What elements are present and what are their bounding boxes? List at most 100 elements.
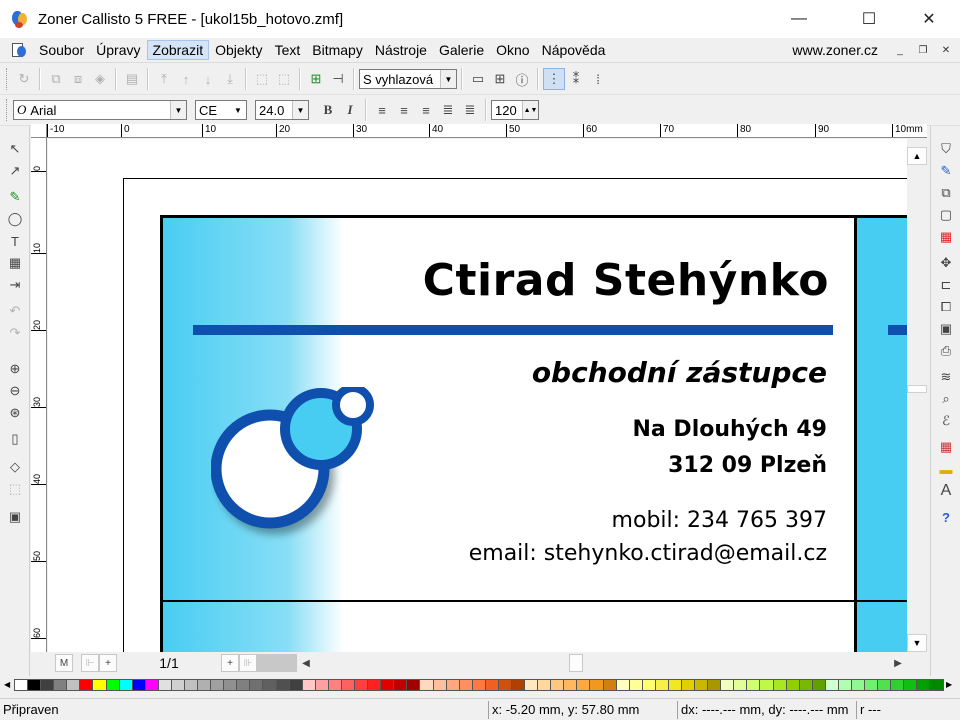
align-icon[interactable]: ▤ [121,68,143,90]
document-app-icon[interactable] [10,41,28,59]
color-swatch[interactable] [812,680,826,690]
color-swatch[interactable] [564,680,578,690]
parrot-app-icon[interactable] [10,9,30,29]
transparency-icon[interactable]: ⬚ [4,478,26,500]
color-swatch[interactable] [865,680,879,690]
line-spacing-stepper[interactable]: 120 ▲▼ [491,100,539,120]
transform-icon[interactable]: ◈ [89,68,111,90]
scroll-down-icon[interactable]: ▼ [907,634,927,652]
fill-icon[interactable]: ◇ [4,456,26,478]
color-swatch[interactable] [472,680,486,690]
color-swatch[interactable] [224,680,238,690]
color-swatch[interactable] [459,680,473,690]
chevron-down-icon[interactable]: ▼ [170,101,186,119]
color-swatch[interactable] [525,680,539,690]
card-role[interactable]: obchodní zástupce [532,356,827,389]
color-swatch[interactable] [355,680,369,690]
bring-forward-icon[interactable]: ↑ [175,68,197,90]
full-screen-icon[interactable]: ▭ [467,68,489,90]
vertical-ruler[interactable]: 0 10 20 30 40 50 60 [31,138,47,652]
redo-icon[interactable]: ↷ [4,322,26,344]
color-swatch[interactable] [171,680,186,690]
chevron-down-icon[interactable]: ▼ [440,70,456,88]
undo-icon[interactable]: ↶ [4,300,26,322]
chevron-down-icon[interactable]: ▼ [292,101,308,119]
card-name[interactable]: Ctirad Stehýnko [423,255,829,306]
color-swatch[interactable] [852,680,866,690]
shadow-icon[interactable]: ▢ [935,204,957,226]
move-icon[interactable]: ✥ [935,252,957,274]
color-swatch[interactable] [891,680,905,690]
force-justify-icon[interactable]: ≣ [459,99,481,121]
color-swatch[interactable] [511,680,526,690]
color-swatch[interactable] [590,680,604,690]
prev-page-button[interactable]: ⊩ [81,654,99,672]
size-icon[interactable]: ⧠ [935,296,957,318]
horizontal-scroll-track[interactable] [315,654,889,672]
mdi-minimize-icon[interactable]: _ [893,44,907,58]
import-tool-icon[interactable]: ⇥ [4,274,26,296]
color-swatch[interactable] [211,680,225,690]
stepper-arrows-icon[interactable]: ▲▼ [522,101,538,119]
menu-bitmapy[interactable]: Bitmapy [306,40,369,60]
color-palette[interactable] [14,679,944,691]
color-swatch[interactable] [538,680,552,690]
color-swatch[interactable] [250,680,264,690]
color-swatch[interactable] [106,680,120,690]
menu-okno[interactable]: Okno [490,40,535,60]
color-swatch[interactable] [15,680,29,690]
color-swatch[interactable] [289,680,303,690]
color-swatch[interactable] [302,680,316,690]
fill-bucket-icon[interactable]: ⛉ [935,138,957,160]
color-swatch[interactable] [407,680,421,690]
bold-button[interactable]: B [317,99,339,121]
charset-select[interactable]: CE ▼ [195,100,247,120]
scroll-right-icon[interactable]: ▶ [889,654,907,672]
color-swatch[interactable] [276,680,290,690]
frame-icon[interactable]: ▣ [935,318,957,340]
group-icon[interactable]: ⧉ [45,68,67,90]
italic-button[interactable]: I [339,99,361,121]
color-swatch[interactable] [41,680,55,690]
palette-left-arrow-icon[interactable]: ◀ [4,679,14,691]
toolbar-grip[interactable] [6,68,9,90]
color-swatch[interactable] [616,680,630,690]
card-divider-line[interactable] [193,325,833,335]
bezier-tool-icon[interactable]: ✎ [4,186,26,208]
scroll-left-icon[interactable]: ◀ [297,654,315,672]
color-swatch[interactable] [878,680,892,690]
color-swatch[interactable] [54,680,68,690]
object-snap-icon[interactable]: ⁞ [587,68,609,90]
align-objects-icon[interactable]: ⊏ [935,274,957,296]
menu-objekty[interactable]: Objekty [209,40,268,60]
horizontal-scroll-thumb[interactable] [569,654,583,672]
zoom-in-icon[interactable]: ⊕ [4,358,26,380]
toolbar-grip[interactable] [6,99,9,121]
pen-outline-icon[interactable]: ✎ [935,160,957,182]
business-card-right-copy[interactable] [854,602,907,652]
combine-icon[interactable]: ⬚ [251,68,273,90]
color-swatch[interactable] [917,680,931,690]
send-to-back-icon[interactable]: ⤓ [219,68,241,90]
color-swatch[interactable] [446,680,460,690]
color-swatch[interactable] [838,680,852,690]
align-right-icon[interactable]: ≡ [415,99,437,121]
color-swatch[interactable] [198,680,212,690]
menu-nastroje[interactable]: Nástroje [369,40,433,60]
color-swatch[interactable] [368,680,382,690]
align-center-icon[interactable]: ≡ [393,99,415,121]
color-swatch[interactable] [119,680,133,690]
color-swatch[interactable] [603,680,617,690]
info-icon[interactable]: ⓘ [511,68,533,90]
bitmap-icon[interactable]: ▣ [4,506,26,528]
color-swatch[interactable] [315,680,329,690]
card-street[interactable]: Na Dlouhých 49 [633,417,827,442]
align-left-icon[interactable]: ≡ [371,99,393,121]
script-icon[interactable]: ℰ [935,410,957,432]
business-card-copy[interactable] [160,602,860,652]
page-view-icon[interactable]: ⊞ [489,68,511,90]
color-swatch[interactable] [825,680,839,690]
color-swatch[interactable] [760,680,774,690]
color-swatch[interactable] [930,680,944,690]
color-swatch[interactable] [263,680,277,690]
